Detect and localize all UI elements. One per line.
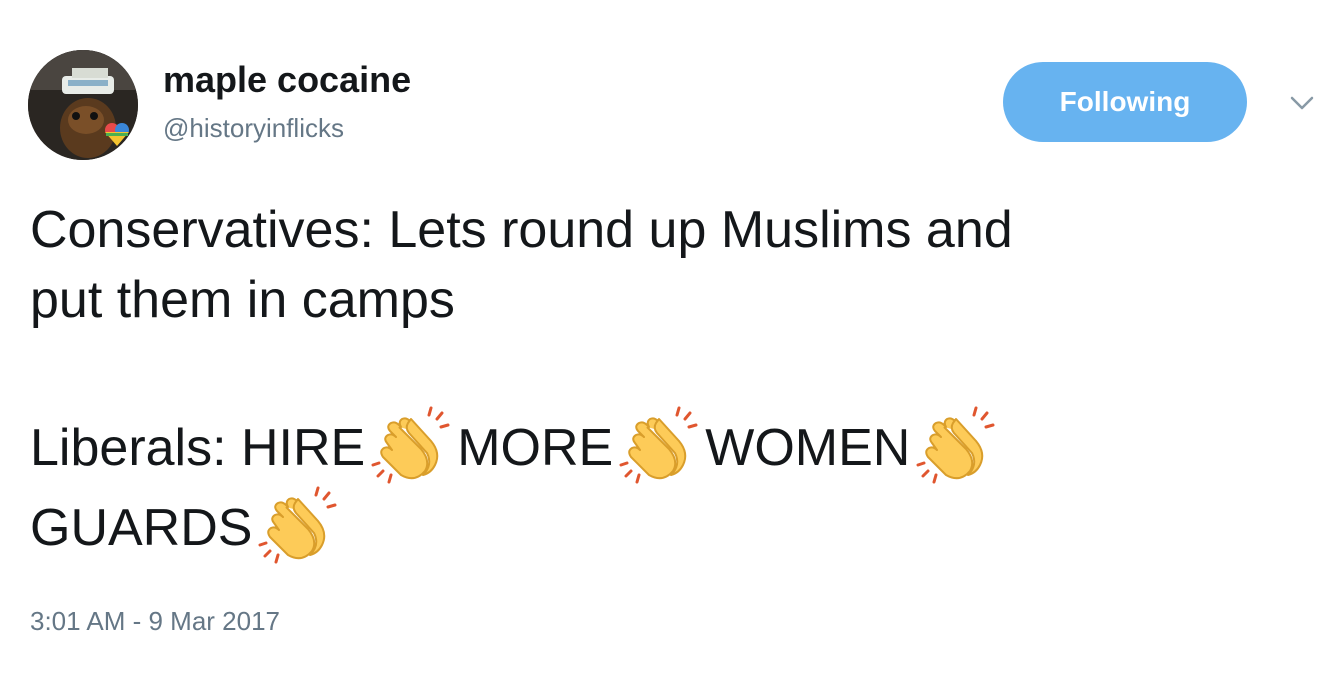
tweet-card: maple cocaine @historyinflicks Following… xyxy=(0,0,1344,682)
clapping-hands-icon xyxy=(258,485,338,565)
following-button[interactable]: Following xyxy=(1003,62,1247,142)
clapping-hands-icon xyxy=(619,405,699,485)
tweet-word: GUARDS xyxy=(30,499,253,557)
tweet-line: put them in camps xyxy=(30,271,455,329)
tweet-word: Liberals: HIRE xyxy=(30,419,366,477)
author-display-name[interactable]: maple cocaine xyxy=(163,58,411,102)
chevron-down-icon[interactable] xyxy=(1282,88,1322,118)
tweet-line: Conservatives: Lets round up Muslims and xyxy=(30,201,1013,259)
avatar[interactable] xyxy=(28,50,138,160)
tweet-word: WOMEN xyxy=(705,419,911,477)
tweet-word: MORE xyxy=(457,419,614,477)
tweet-line: Liberals: HIRE MORE WOMEN xyxy=(30,405,1320,485)
tweet-line: GUARDS xyxy=(30,485,1320,565)
avatar-image xyxy=(28,50,138,160)
tweet-timestamp[interactable]: 3:01 AM - 9 Mar 2017 xyxy=(30,605,280,637)
tweet-text: Conservatives: Lets round up Muslims and… xyxy=(30,195,1320,565)
clapping-hands-icon xyxy=(916,405,996,485)
author-handle[interactable]: @historyinflicks xyxy=(163,112,344,144)
clapping-hands-icon xyxy=(371,405,451,485)
